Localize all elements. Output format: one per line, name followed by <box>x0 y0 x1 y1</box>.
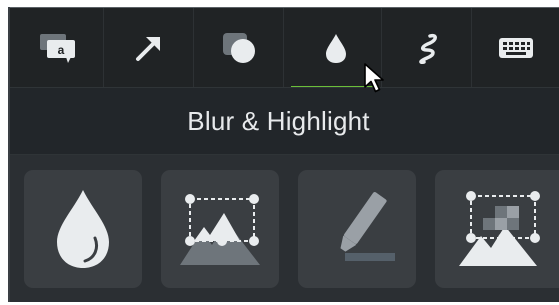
arrow-icon <box>135 37 160 61</box>
tab-shapes[interactable] <box>194 8 284 88</box>
app-root: a Blur & Highlight <box>0 0 559 305</box>
spotlight-tile[interactable] <box>161 170 279 288</box>
annotations-panel: a Blur & Highlight <box>8 7 559 302</box>
squiggle-icon <box>418 33 437 64</box>
callout-glyph: a <box>57 43 64 57</box>
tab-arrows[interactable] <box>104 8 194 88</box>
highlighter-icon <box>340 192 395 261</box>
pixelate-tile[interactable] <box>435 170 559 288</box>
keyboard-icon <box>498 38 533 58</box>
pixelate-icon <box>459 191 540 266</box>
panel-edge <box>8 7 10 302</box>
shapes-icon <box>222 33 255 63</box>
callout-icon: a <box>39 34 75 63</box>
blur-tile[interactable] <box>24 170 142 288</box>
annotation-type-toolbar: a <box>8 7 559 89</box>
section-header: Blur & Highlight <box>8 87 559 155</box>
page-title: Blur & Highlight <box>187 105 370 136</box>
highlight-tile[interactable] <box>298 170 416 288</box>
annotation-tiles <box>8 155 559 302</box>
tab-annotations[interactable]: a <box>12 8 104 88</box>
droplet-icon <box>57 190 109 268</box>
mouse-pointer-icon <box>364 63 384 93</box>
droplet-icon <box>325 34 346 63</box>
tab-keystroke[interactable] <box>472 8 559 88</box>
spotlight-icon <box>180 194 260 265</box>
tab-sketch-motion[interactable] <box>382 8 472 88</box>
